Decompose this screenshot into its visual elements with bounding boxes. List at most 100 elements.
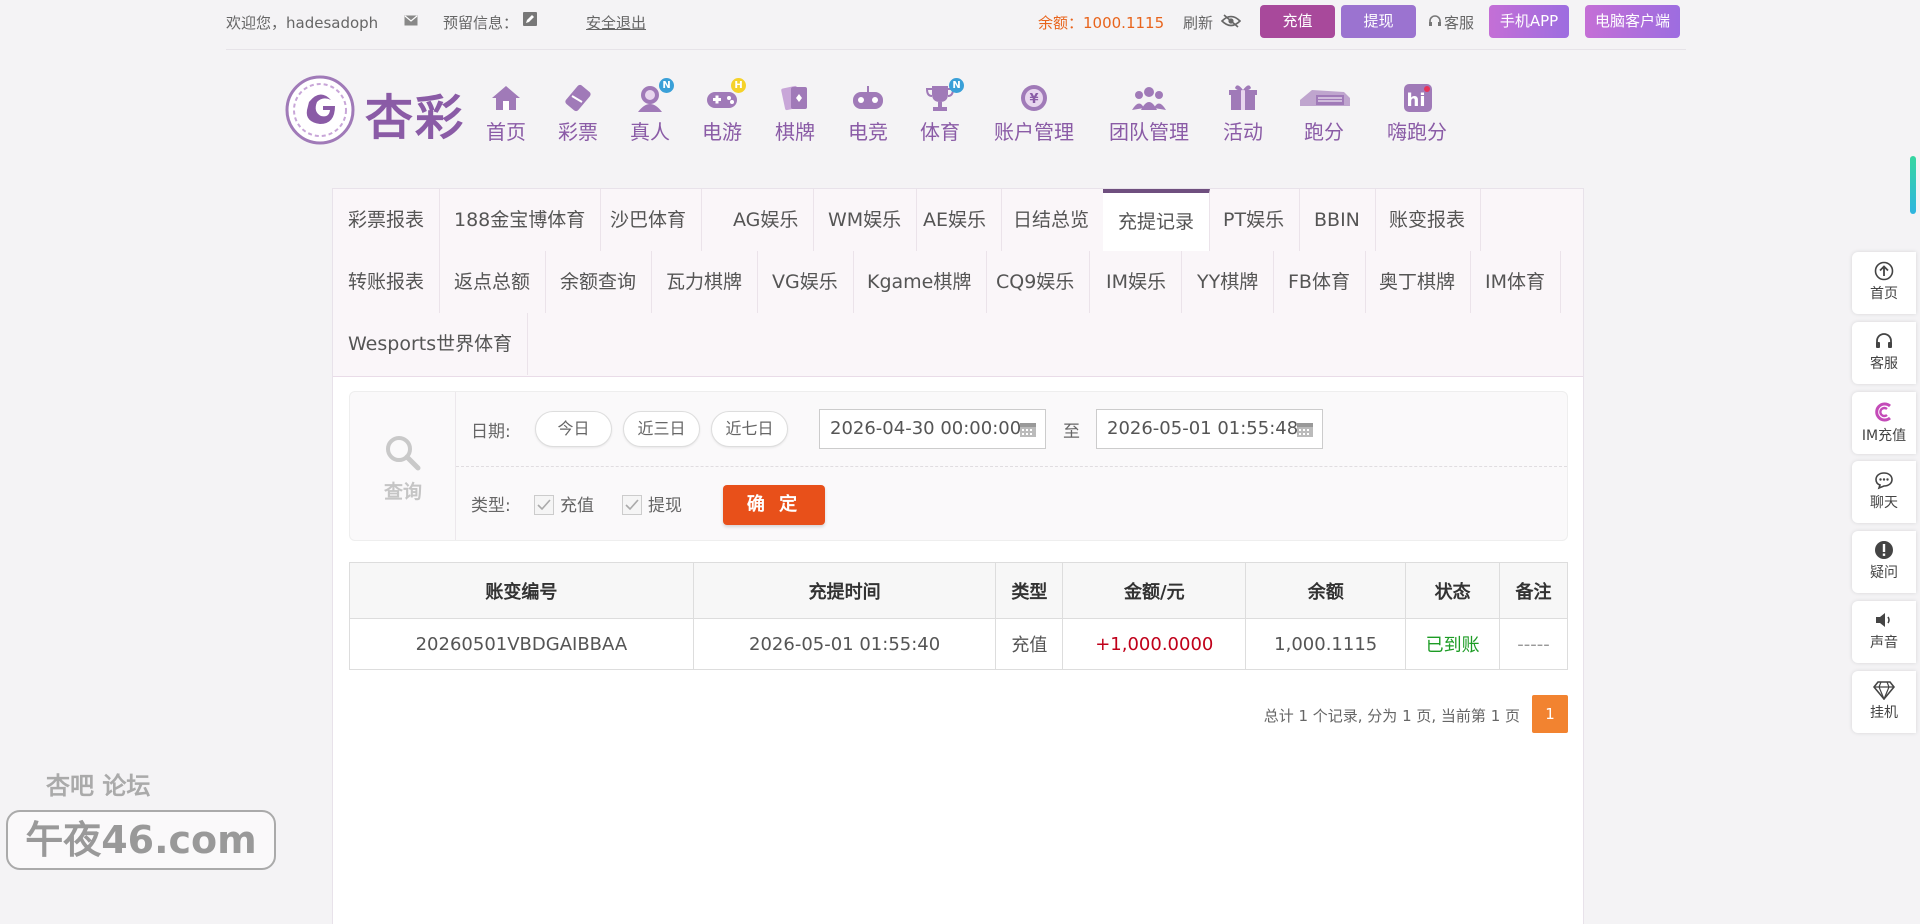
float-home-button[interactable]: 首页 (1852, 252, 1916, 314)
float-service-button[interactable]: 客服 (1852, 322, 1916, 384)
account-icon: ¥ (1016, 82, 1052, 114)
float-idle-button[interactable]: 挂机 (1852, 671, 1916, 733)
tab-balance-query[interactable]: 余额查询 (545, 251, 653, 313)
col-transaction-id: 账变编号 (349, 562, 694, 619)
nav-lottery[interactable]: 彩票 (556, 82, 600, 144)
three-days-button[interactable]: 近三日 (623, 411, 700, 447)
mobile-app-button[interactable]: 手机APP (1489, 5, 1569, 38)
lottery-icon (560, 82, 596, 114)
tab-transfer-report[interactable]: 转账报表 (333, 251, 441, 313)
trophy-icon: N (922, 78, 964, 114)
refresh-link[interactable]: 刷新 (1183, 12, 1213, 33)
svg-text:¥: ¥ (1029, 92, 1038, 107)
withdraw-button[interactable]: 提现 (1341, 5, 1416, 38)
nav-egame[interactable]: H 电游 (700, 78, 746, 144)
tab-yy-chess[interactable]: YY棋牌 (1182, 251, 1275, 313)
cell-status: 已到账 (1405, 618, 1501, 670)
tab-cq9[interactable]: CQ9娱乐 (981, 251, 1091, 313)
nav-esports[interactable]: 电竞 (846, 82, 890, 144)
search-icon (386, 436, 421, 471)
nav-home[interactable]: 首页 (484, 82, 528, 144)
tab-rebate-total[interactable]: 返点总额 (439, 251, 547, 313)
type-label: 类型: (471, 496, 511, 516)
mail-icon[interactable] (404, 12, 418, 30)
start-date-input[interactable]: 2026-04-30 00:00:00 (819, 409, 1046, 449)
headset-icon[interactable] (1429, 13, 1441, 31)
tab-wali-chess[interactable]: 瓦力棋牌 (651, 251, 759, 313)
tab-ag[interactable]: AG娱乐 (718, 189, 815, 251)
pc-client-button[interactable]: 电脑客户端 (1585, 5, 1680, 38)
tab-bbin[interactable]: BBIN (1299, 189, 1376, 251)
watermark-top-text: 杏吧 论坛 (46, 772, 151, 800)
logout-link[interactable]: 安全退出 (586, 12, 646, 33)
service-link[interactable]: 客服 (1444, 12, 1474, 33)
watermark-main-text: 午夜46.com (6, 810, 276, 870)
tab-deposit-withdraw-records[interactable]: 充提记录 (1103, 189, 1211, 251)
deposit-checkbox[interactable]: 充值 (534, 491, 594, 516)
nav-cards[interactable]: 棋牌 (773, 82, 817, 144)
tab-lottery-report[interactable]: 彩票报表 (333, 189, 441, 251)
deposit-button[interactable]: 充值 (1260, 5, 1335, 38)
col-balance: 余额 (1245, 562, 1407, 619)
tab-wesports[interactable]: Wesports世界体育 (333, 313, 529, 375)
diamond-icon (1873, 681, 1895, 700)
confirm-button[interactable]: 确 定 (723, 485, 825, 525)
tab-im-sports[interactable]: IM体育 (1470, 251, 1561, 313)
float-im-recharge-button[interactable]: IM充值 (1852, 392, 1916, 454)
page-1-button[interactable]: 1 (1532, 695, 1568, 733)
date-label: 日期: (471, 422, 511, 442)
withdraw-checkbox[interactable]: 提现 (622, 491, 682, 516)
pagination: 总计 1 个记录, 分为 1 页, 当前第 1 页 1 (349, 695, 1568, 733)
svg-text:hi: hi (1407, 90, 1426, 111)
eye-slash-icon[interactable] (1220, 14, 1242, 32)
tab-saba-sports[interactable]: 沙巴体育 (595, 189, 703, 251)
checkbox-box (622, 495, 642, 515)
type-row: 类型: 充值 提现 确 定 (456, 467, 1567, 540)
report-tabs: 彩票报表 188金宝博体育 沙巴体育 AG娱乐 WM娱乐 AE娱乐 日结总览 充… (333, 189, 1583, 377)
tab-188-sports[interactable]: 188金宝博体育 (439, 189, 602, 251)
nav-live[interactable]: N 真人 (628, 78, 674, 144)
tab-ae[interactable]: AE娱乐 (908, 189, 1003, 251)
nav-team-management[interactable]: 团队管理 (1106, 82, 1192, 144)
nav-hi-run-score[interactable]: hi 嗨跑分 (1384, 82, 1450, 144)
col-type: 类型 (995, 562, 1064, 619)
float-sound-button[interactable]: 声音 (1852, 601, 1916, 663)
tab-pt[interactable]: PT娱乐 (1208, 189, 1301, 251)
tab-im[interactable]: IM娱乐 (1091, 251, 1182, 313)
tab-daily-summary[interactable]: 日结总览 (998, 189, 1106, 251)
controller-icon (850, 82, 886, 114)
today-button[interactable]: 今日 (535, 411, 612, 447)
nav-account-management[interactable]: ¥ 账户管理 (991, 82, 1077, 144)
tab-fb-sports[interactable]: FB体育 (1273, 251, 1366, 313)
seven-days-button[interactable]: 近七日 (711, 411, 788, 447)
checkbox-box (534, 495, 554, 515)
tab-vg[interactable]: VG娱乐 (757, 251, 854, 313)
tab-odin-chess[interactable]: 奥丁棋牌 (1364, 251, 1472, 313)
calendar-icon (1020, 423, 1036, 437)
end-date-input[interactable]: 2026-05-01 01:55:48 (1096, 409, 1323, 449)
table-row: 20260501VBDGAIBBAA 2026-05-01 01:55:40 充… (349, 618, 1568, 670)
float-question-button[interactable]: 疑问 (1852, 531, 1916, 593)
edit-icon[interactable] (523, 12, 537, 30)
top-bar: 欢迎您，hadesadoph 预留信息： 安全退出 余额：1000.1115 刷… (226, 0, 1686, 50)
date-row: 日期: 今日 近三日 近七日 2026-04-30 00:00:00 至 202… (456, 392, 1567, 467)
float-chat-button[interactable]: 聊天 (1852, 461, 1916, 523)
gamepad-icon: H (704, 78, 746, 114)
table-header-row: 账变编号 充提时间 类型 金额/元 余额 状态 备注 (349, 562, 1568, 619)
tab-kgame-chess[interactable]: Kgame棋牌 (852, 251, 988, 313)
nav-run-score[interactable]: 跑分 (1294, 82, 1354, 144)
cell-balance: 1,000.1115 (1245, 618, 1407, 670)
team-icon (1131, 82, 1167, 114)
site-logo[interactable]: 杏彩 (283, 72, 473, 150)
scroll-indicator[interactable] (1910, 156, 1916, 214)
speaker-icon (1876, 613, 1890, 627)
chat-icon (1875, 472, 1893, 490)
search-form: 查询 日期: 今日 近三日 近七日 2026-04-30 00:00:00 至 … (349, 391, 1568, 541)
nav-sports[interactable]: N 体育 (918, 78, 964, 144)
nav-activity[interactable]: 活动 (1221, 82, 1265, 144)
report-panel: 彩票报表 188金宝博体育 沙巴体育 AG娱乐 WM娱乐 AE娱乐 日结总览 充… (332, 188, 1584, 924)
logo-text: 杏彩 (365, 90, 466, 146)
tab-account-change-report[interactable]: 账变报表 (1374, 189, 1482, 251)
tab-wm[interactable]: WM娱乐 (813, 189, 918, 251)
search-side[interactable]: 查询 (350, 392, 456, 540)
